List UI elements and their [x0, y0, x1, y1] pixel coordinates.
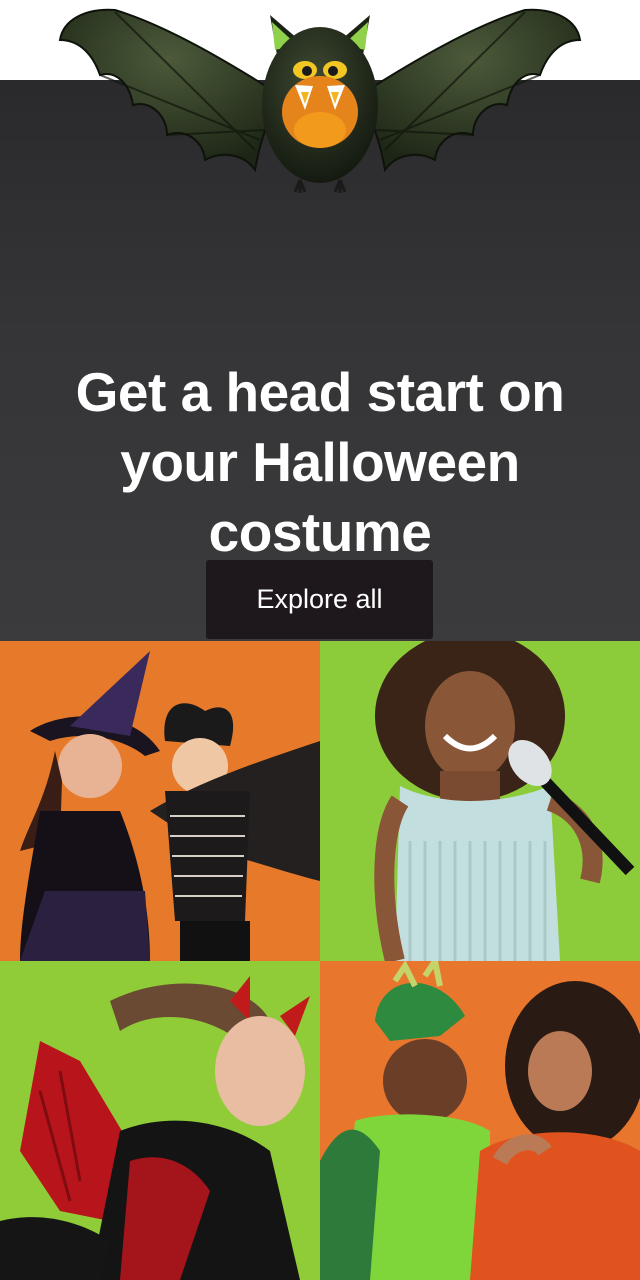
dragon-kid-and-mom-costume-photo[interactable]	[320, 961, 640, 1280]
witch-bat-illustration	[0, 641, 320, 961]
headline-line-1: Get a head start on	[75, 360, 565, 423]
devil-wings-costume-photo[interactable]	[0, 961, 320, 1280]
explore-all-button[interactable]: Explore all	[206, 560, 433, 639]
dragon-kid-illustration	[320, 961, 640, 1280]
headline-line-2: your Halloween	[20, 427, 620, 497]
pop-star-illustration	[320, 641, 640, 961]
headline-line-3: costume	[208, 500, 432, 563]
headline-line-2-prefix: your	[120, 430, 253, 493]
hero-headline: Get a head start on your Halloween costu…	[20, 357, 620, 567]
pop-star-girl-costume-photo[interactable]	[320, 641, 640, 961]
headline-line-2-bold: Halloween	[252, 430, 520, 493]
witch-and-bat-kids-costume-photo[interactable]	[0, 641, 320, 961]
hero-banner: Get a head start on your Halloween costu…	[0, 8, 640, 641]
devil-wings-illustration	[0, 961, 320, 1280]
bat-icon	[58, 8, 582, 193]
